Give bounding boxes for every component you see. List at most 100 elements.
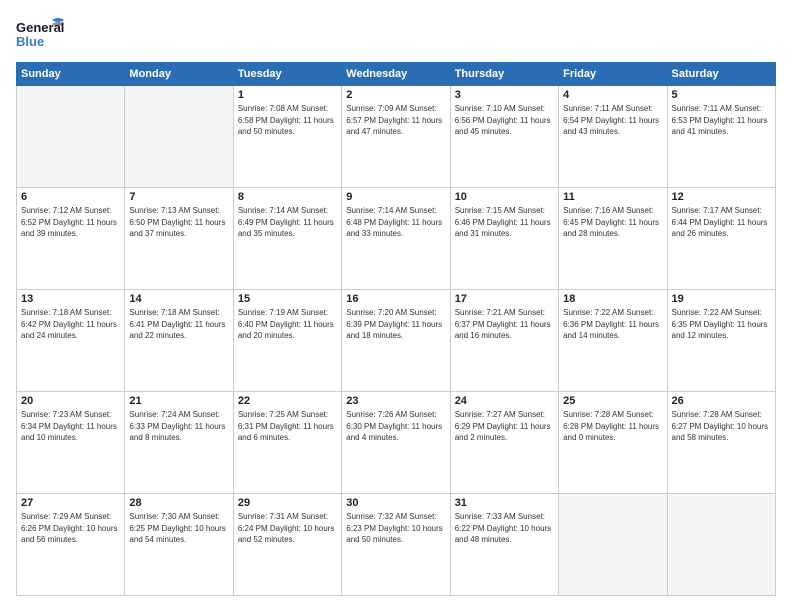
day-info: Sunrise: 7:24 AM Sunset: 6:33 PM Dayligh… (129, 409, 228, 444)
calendar-cell: 8Sunrise: 7:14 AM Sunset: 6:49 PM Daylig… (233, 188, 341, 290)
day-number: 28 (129, 497, 228, 509)
day-info: Sunrise: 7:18 AM Sunset: 6:42 PM Dayligh… (21, 307, 120, 342)
day-info: Sunrise: 7:10 AM Sunset: 6:56 PM Dayligh… (455, 103, 554, 138)
day-info: Sunrise: 7:23 AM Sunset: 6:34 PM Dayligh… (21, 409, 120, 444)
col-header-monday: Monday (125, 63, 233, 86)
day-number: 20 (21, 395, 120, 407)
day-info: Sunrise: 7:13 AM Sunset: 6:50 PM Dayligh… (129, 205, 228, 240)
calendar-cell: 27 Sunrise: 7:29 AM Sunset: 6:26 PM Dayli… (17, 494, 125, 596)
day-info: Sunrise: 7:30 AM Sunset: 6:25 PM Dayligh… (129, 511, 228, 546)
day-number: 9 (346, 191, 445, 203)
calendar-cell: 10 Sunrise: 7:15 AM Sunset: 6:46 PM Dayli… (450, 188, 558, 290)
day-info: Sunrise: 7:29 AM Sunset: 6:26 PM Dayligh… (21, 511, 120, 546)
svg-text:Blue: Blue (16, 34, 44, 49)
day-info: Sunrise: 7:26 AM Sunset: 6:30 PM Dayligh… (346, 409, 445, 444)
col-header-saturday: Saturday (667, 63, 775, 86)
day-number: 27 (21, 497, 120, 509)
calendar-cell: 19 Sunrise: 7:22 AM Sunset: 6:35 PM Dayli… (667, 290, 775, 392)
calendar-cell: 30Sunrise: 7:32 AM Sunset: 6:23 PM Dayli… (342, 494, 450, 596)
calendar-cell (125, 86, 233, 188)
day-number: 1 (238, 89, 337, 101)
day-number: 15 (238, 293, 337, 305)
calendar-cell: 22Sunrise: 7:25 AM Sunset: 6:31 PM Dayli… (233, 392, 341, 494)
day-number: 17 (455, 293, 554, 305)
col-header-sunday: Sunday (17, 63, 125, 86)
day-number: 19 (672, 293, 771, 305)
day-info: Sunrise: 7:16 AM Sunset: 6:45 PM Dayligh… (563, 205, 662, 240)
day-number: 13 (21, 293, 120, 305)
day-info: Sunrise: 7:22 AM Sunset: 6:35 PM Dayligh… (672, 307, 771, 342)
day-info: Sunrise: 7:22 AM Sunset: 6:36 PM Dayligh… (563, 307, 662, 342)
calendar-cell: 29 Sunrise: 7:31 AM Sunset: 6:24 PM Dayli… (233, 494, 341, 596)
day-info: Sunrise: 7:18 AM Sunset: 6:41 PM Dayligh… (129, 307, 228, 342)
logo-icon: General Blue (16, 16, 66, 52)
day-number: 25 (563, 395, 662, 407)
calendar-cell: 31 Sunrise: 7:33 AM Sunset: 6:22 PM Dayli… (450, 494, 558, 596)
day-number: 4 (563, 89, 662, 101)
calendar-cell: 2 Sunrise: 7:09 AM Sunset: 6:57 PM Daylig… (342, 86, 450, 188)
day-number: 29 (238, 497, 337, 509)
calendar-cell: 9Sunrise: 7:14 AM Sunset: 6:48 PM Daylig… (342, 188, 450, 290)
calendar-cell: 15 Sunrise: 7:19 AM Sunset: 6:40 PM Dayli… (233, 290, 341, 392)
day-info: Sunrise: 7:15 AM Sunset: 6:46 PM Dayligh… (455, 205, 554, 240)
day-info: Sunrise: 7:32 AM Sunset: 6:23 PM Dayligh… (346, 511, 445, 546)
calendar-cell: 17 Sunrise: 7:21 AM Sunset: 6:37 PM Dayli… (450, 290, 558, 392)
calendar-table: SundayMondayTuesdayWednesdayThursdayFrid… (16, 62, 776, 596)
day-info: Sunrise: 7:11 AM Sunset: 6:54 PM Dayligh… (563, 103, 662, 138)
day-info: Sunrise: 7:28 AM Sunset: 6:28 PM Dayligh… (563, 409, 662, 444)
day-number: 14 (129, 293, 228, 305)
day-info: Sunrise: 7:17 AM Sunset: 6:44 PM Dayligh… (672, 205, 771, 240)
day-number: 24 (455, 395, 554, 407)
calendar-cell: 16Sunrise: 7:20 AM Sunset: 6:39 PM Dayli… (342, 290, 450, 392)
day-info: Sunrise: 7:31 AM Sunset: 6:24 PM Dayligh… (238, 511, 337, 546)
calendar-cell: 24 Sunrise: 7:27 AM Sunset: 6:29 PM Dayli… (450, 392, 558, 494)
day-info: Sunrise: 7:27 AM Sunset: 6:29 PM Dayligh… (455, 409, 554, 444)
day-info: Sunrise: 7:12 AM Sunset: 6:52 PM Dayligh… (21, 205, 120, 240)
calendar-cell: 20 Sunrise: 7:23 AM Sunset: 6:34 PM Dayli… (17, 392, 125, 494)
day-number: 26 (672, 395, 771, 407)
day-info: Sunrise: 7:08 AM Sunset: 6:58 PM Dayligh… (238, 103, 337, 138)
col-header-thursday: Thursday (450, 63, 558, 86)
col-header-friday: Friday (559, 63, 667, 86)
day-info: Sunrise: 7:28 AM Sunset: 6:27 PM Dayligh… (672, 409, 771, 444)
day-info: Sunrise: 7:09 AM Sunset: 6:57 PM Dayligh… (346, 103, 445, 138)
day-number: 7 (129, 191, 228, 203)
day-number: 31 (455, 497, 554, 509)
calendar-cell: 12 Sunrise: 7:17 AM Sunset: 6:44 PM Dayli… (667, 188, 775, 290)
day-info: Sunrise: 7:11 AM Sunset: 6:53 PM Dayligh… (672, 103, 771, 138)
day-number: 22 (238, 395, 337, 407)
calendar-cell: 21 Sunrise: 7:24 AM Sunset: 6:33 PM Dayli… (125, 392, 233, 494)
logo: General Blue (16, 16, 66, 52)
day-number: 18 (563, 293, 662, 305)
day-number: 12 (672, 191, 771, 203)
day-info: Sunrise: 7:33 AM Sunset: 6:22 PM Dayligh… (455, 511, 554, 546)
day-number: 8 (238, 191, 337, 203)
day-number: 2 (346, 89, 445, 101)
day-number: 10 (455, 191, 554, 203)
header: General Blue (16, 16, 776, 52)
day-info: Sunrise: 7:21 AM Sunset: 6:37 PM Dayligh… (455, 307, 554, 342)
day-info: Sunrise: 7:19 AM Sunset: 6:40 PM Dayligh… (238, 307, 337, 342)
calendar-cell (667, 494, 775, 596)
day-number: 21 (129, 395, 228, 407)
day-number: 3 (455, 89, 554, 101)
calendar-cell: 7 Sunrise: 7:13 AM Sunset: 6:50 PM Daylig… (125, 188, 233, 290)
calendar-cell: 4 Sunrise: 7:11 AM Sunset: 6:54 PM Daylig… (559, 86, 667, 188)
calendar-cell: 5 Sunrise: 7:11 AM Sunset: 6:53 PM Daylig… (667, 86, 775, 188)
col-header-wednesday: Wednesday (342, 63, 450, 86)
calendar-cell: 23 Sunrise: 7:26 AM Sunset: 6:30 PM Dayli… (342, 392, 450, 494)
calendar-cell: 3 Sunrise: 7:10 AM Sunset: 6:56 PM Daylig… (450, 86, 558, 188)
calendar-cell: 11Sunrise: 7:16 AM Sunset: 6:45 PM Dayli… (559, 188, 667, 290)
calendar-cell: 1 Sunrise: 7:08 AM Sunset: 6:58 PM Daylig… (233, 86, 341, 188)
calendar-cell: 26 Sunrise: 7:28 AM Sunset: 6:27 PM Dayli… (667, 392, 775, 494)
calendar-cell: 25 Sunrise: 7:28 AM Sunset: 6:28 PM Dayli… (559, 392, 667, 494)
calendar-cell: 13 Sunrise: 7:18 AM Sunset: 6:42 PM Dayli… (17, 290, 125, 392)
calendar-cell (559, 494, 667, 596)
calendar-cell: 28 Sunrise: 7:30 AM Sunset: 6:25 PM Dayli… (125, 494, 233, 596)
calendar-cell: 14 Sunrise: 7:18 AM Sunset: 6:41 PM Dayli… (125, 290, 233, 392)
day-number: 5 (672, 89, 771, 101)
day-number: 16 (346, 293, 445, 305)
day-number: 23 (346, 395, 445, 407)
day-number: 6 (21, 191, 120, 203)
calendar-cell: 18 Sunrise: 7:22 AM Sunset: 6:36 PM Dayli… (559, 290, 667, 392)
